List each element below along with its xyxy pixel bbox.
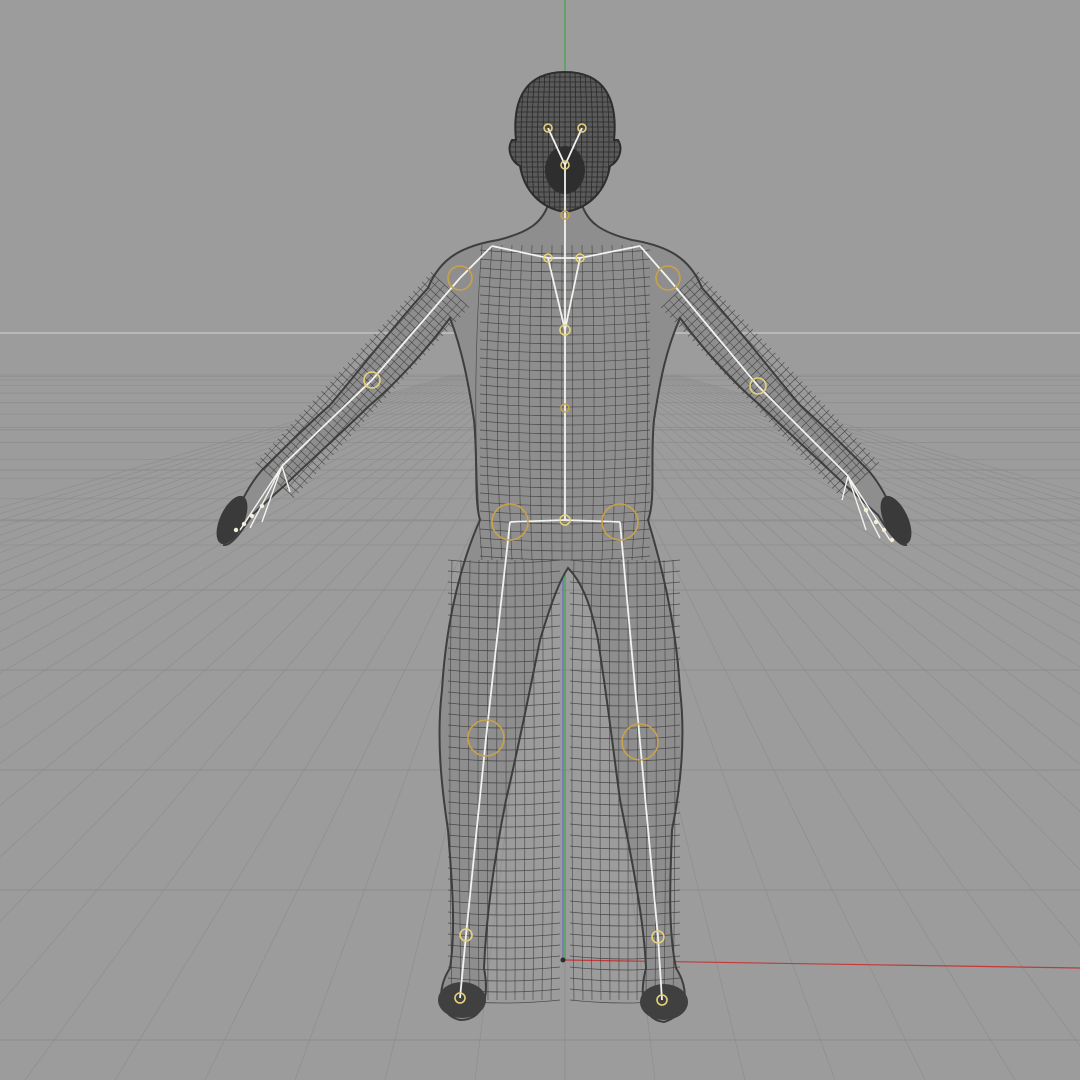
finger-joint [881, 527, 887, 533]
mesh-edge-ring [590, 559, 593, 1001]
mesh-edge-ring [285, 299, 462, 491]
viewport-canvas[interactable] [0, 0, 1080, 1080]
world-origin [560, 957, 566, 963]
mesh-edge-ring [609, 559, 611, 1001]
finger-joint [873, 519, 879, 525]
3d-viewport[interactable] [0, 0, 1080, 1080]
foot-mesh [438, 982, 486, 1018]
grid-line [0, 374, 482, 564]
mesh-edge-ring [280, 294, 456, 486]
grid-line [0, 374, 466, 528]
head-edge-ring [619, 72, 621, 212]
grid-line [0, 374, 478, 554]
mesh-edge-ring [580, 559, 584, 1001]
rig-bone [667, 277, 759, 387]
finger-joint [233, 527, 239, 533]
grid-line [0, 374, 486, 575]
grid-line [0, 374, 498, 616]
mesh-edge-ring [599, 559, 602, 1001]
finger-joint [889, 537, 895, 543]
grid-line [0, 374, 458, 515]
head-edge-ring [509, 72, 511, 212]
foot-mesh [640, 984, 688, 1020]
grid-line [0, 374, 494, 600]
grid-line [0, 374, 462, 521]
grid-line [0, 374, 490, 587]
grid-line [676, 374, 1080, 494]
rig-bone [371, 277, 461, 381]
grid-line [0, 374, 502, 633]
finger-joint [863, 507, 869, 513]
grid-line [0, 374, 470, 536]
mesh-edge-ring [550, 559, 554, 1001]
mesh-edge-ring [523, 559, 526, 1001]
mesh-edge-ring [663, 305, 845, 496]
finger-joint [249, 513, 255, 519]
finger-joint [259, 503, 265, 509]
finger-joint [241, 521, 247, 527]
x-axis-line [564, 959, 1080, 969]
